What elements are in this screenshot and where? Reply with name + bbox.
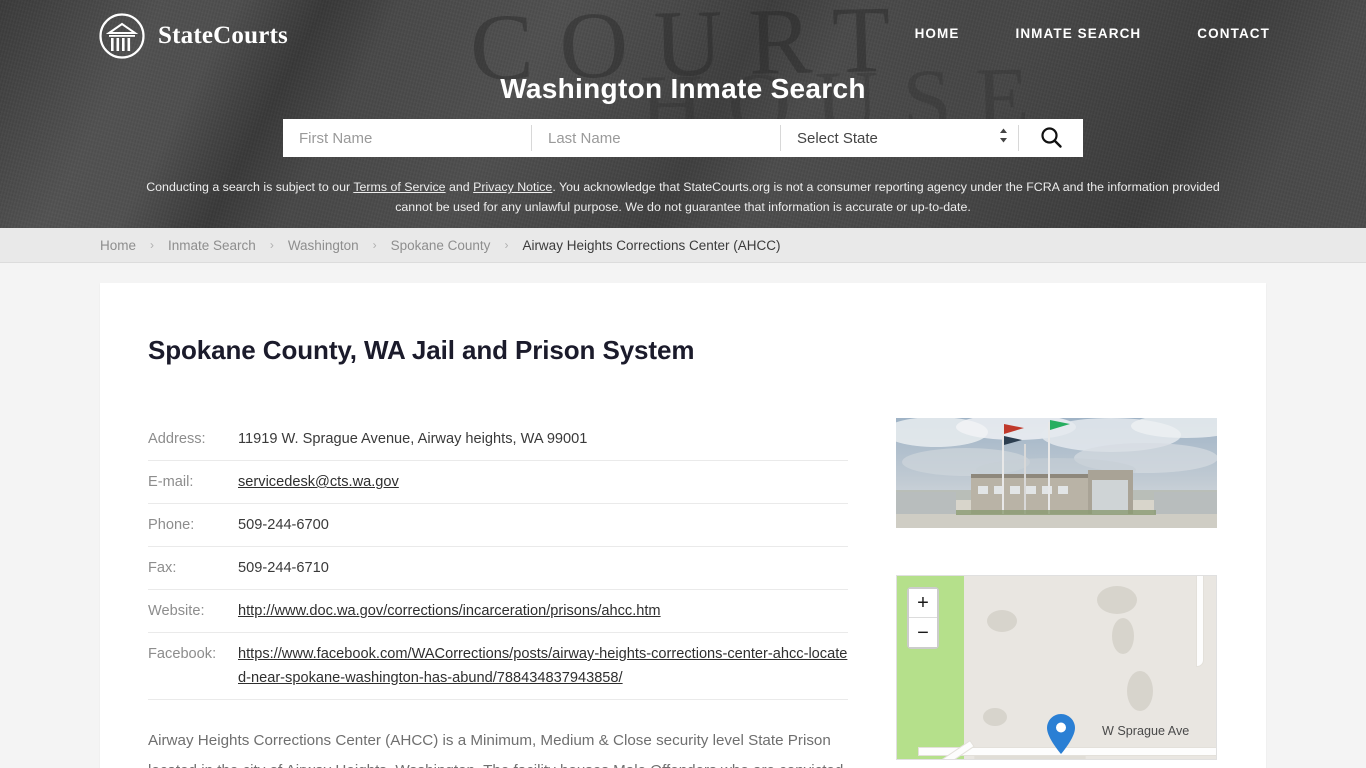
table-row: Website: http://www.doc.wa.gov/correctio… [148,590,848,633]
nav-item-inmate-search[interactable]: INMATE SEARCH [1015,26,1141,41]
brand-logo-link[interactable]: StateCourts [98,12,288,60]
breadcrumb-item-home[interactable]: Home [100,238,136,253]
state-select-wrapper: Select State Washington [781,119,1018,157]
location-map[interactable]: + − W Sprague Ave [896,575,1217,760]
disclaimer-part-1: Conducting a search is subject to our [146,180,354,194]
card-body: Address: 11919 W. Sprague Avenue, Airway… [148,418,1218,768]
map-zoom-out-button[interactable]: − [909,618,937,647]
magnifier-icon [1039,125,1063,152]
breadcrumb-separator-icon: › [504,238,509,252]
breadcrumb-separator-icon: › [372,238,377,252]
info-value-email: servicedesk@cts.wa.gov [238,461,848,504]
map-terrain-blob [1127,671,1153,711]
info-label-phone: Phone: [148,517,195,533]
facebook-link[interactable]: https://www.facebook.com/WACorrections/p… [238,646,847,686]
first-name-input[interactable] [283,119,531,157]
facility-photo [896,418,1217,528]
info-label-fax: Fax: [148,560,177,576]
map-terrain-blob [1112,618,1134,654]
breadcrumb-item-current: Airway Heights Corrections Center (AHCC) [522,237,781,253]
facility-info-table: Address: 11919 W. Sprague Avenue, Airway… [148,418,848,700]
info-label-email: E-mail: [148,474,194,490]
page-content-area: Spokane County, WA Jail and Prison Syste… [0,263,1366,768]
info-value-phone: 509-244-6700 [238,517,329,533]
map-road-vertical [1197,576,1203,666]
table-row: Fax: 509-244-6710 [148,547,848,590]
breadcrumb-separator-icon: › [269,238,274,252]
info-label-website: Website: [148,603,205,619]
breadcrumb: Home › Inmate Search › Washington › Spok… [0,228,1366,263]
map-street-label: W Sprague Ave [1102,724,1190,738]
map-terrain-blob [983,708,1007,726]
table-row: Address: 11919 W. Sprague Avenue, Airway… [148,418,848,461]
table-row: Phone: 509-244-6700 [148,504,848,547]
facility-detail-card: Spokane County, WA Jail and Prison Syste… [100,283,1266,768]
email-link[interactable]: servicedesk@cts.wa.gov [238,474,399,490]
facility-info-column: Address: 11919 W. Sprague Avenue, Airway… [148,418,848,768]
disclaimer-part-2: and [445,180,474,194]
facility-page-heading: Spokane County, WA Jail and Prison Syste… [148,335,695,365]
info-value-facebook: https://www.facebook.com/WACorrections/p… [238,633,848,700]
state-select[interactable]: Select State Washington [781,119,1018,157]
nav-item-home[interactable]: HOME [915,26,960,41]
facility-media-column: + − W Sprague Ave [896,418,1218,768]
last-name-input[interactable] [532,119,780,157]
map-terrain-blob [1097,586,1137,614]
map-zoom-in-button[interactable]: + [909,589,937,618]
breadcrumb-item-washington[interactable]: Washington [288,238,359,253]
info-label-facebook: Facebook: [148,646,217,662]
map-terrain-blob [987,610,1017,632]
facility-description: Airway Heights Corrections Center (AHCC)… [148,732,843,768]
map-zoom-controls: + − [907,587,939,649]
info-value-website: http://www.doc.wa.gov/corrections/incarc… [238,590,848,633]
inmate-search-bar: Select State Washington [283,119,1083,157]
info-label-address: Address: [148,431,206,447]
terms-of-service-link[interactable]: Terms of Service [353,180,445,194]
courthouse-circle-logo-icon [98,12,146,60]
nav-item-contact[interactable]: CONTACT [1197,26,1270,41]
breadcrumb-item-inmate-search[interactable]: Inmate Search [168,238,256,253]
table-row: E-mail: servicedesk@cts.wa.gov [148,461,848,504]
search-submit-button[interactable] [1019,119,1083,157]
site-header: COURT HOUSE StateCourts HOME INMATE SEAR… [0,0,1366,228]
table-row: Facebook: https://www.facebook.com/WACor… [148,633,848,700]
map-pin-marker-icon[interactable] [1047,714,1075,759]
privacy-notice-link[interactable]: Privacy Notice [473,180,552,194]
info-value-address: 11919 W. Sprague Avenue, Airway heights,… [238,431,588,447]
breadcrumb-item-spokane-county[interactable]: Spokane County [391,238,491,253]
search-disclaimer: Conducting a search is subject to our Te… [133,177,1233,217]
page-title: Washington Inmate Search [500,73,866,104]
breadcrumb-separator-icon: › [150,238,155,252]
brand-name: StateCourts [158,22,288,49]
main-navigation: HOME INMATE SEARCH CONTACT [915,26,1270,41]
website-link[interactable]: http://www.doc.wa.gov/corrections/incarc… [238,603,661,619]
info-value-fax: 509-244-6710 [238,560,329,576]
